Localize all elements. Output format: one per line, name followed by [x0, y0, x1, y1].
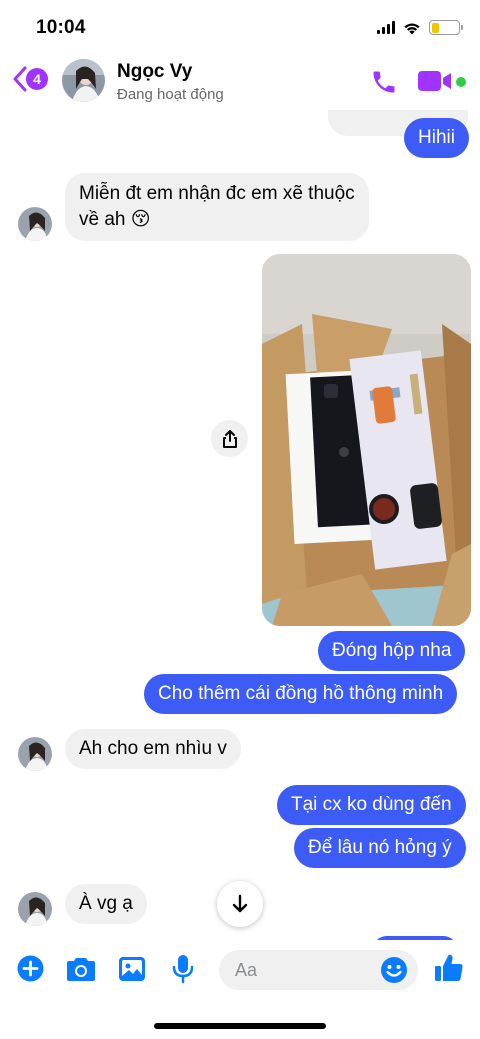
- voice-message-button[interactable]: [172, 954, 194, 989]
- message-bubble-outgoing[interactable]: Đóng hộp nha: [318, 631, 466, 671]
- contact-avatar[interactable]: [62, 59, 105, 102]
- share-button[interactable]: [211, 420, 248, 457]
- online-status-dot: [456, 77, 466, 87]
- back-button[interactable]: 4: [12, 66, 48, 92]
- photo-image: [262, 254, 471, 626]
- video-camera-icon: [418, 71, 451, 91]
- camera-icon: [67, 958, 95, 981]
- contact-name[interactable]: Ngọc Vy: [117, 61, 192, 83]
- contact-avatar-small[interactable]: [18, 892, 52, 926]
- message-bubble-outgoing[interactable]: Hihii: [404, 118, 469, 158]
- camera-button[interactable]: [66, 956, 96, 987]
- voice-call-button[interactable]: [370, 68, 398, 101]
- gallery-icon: [119, 957, 145, 981]
- share-icon: [222, 429, 237, 448]
- message-bubble-incoming[interactable]: À vg ạ: [65, 884, 147, 924]
- thumbs-up-button[interactable]: [434, 953, 464, 988]
- more-actions-button[interactable]: [17, 955, 44, 987]
- thumbs-up-icon: [435, 954, 463, 981]
- arrow-down-icon: [232, 894, 248, 913]
- battery-level: [431, 22, 440, 33]
- phone-icon: [373, 71, 395, 93]
- status-bar: 10:04: [0, 0, 480, 52]
- cellular-signal-icon: [377, 21, 395, 34]
- wifi-icon: [404, 23, 420, 34]
- microphone-icon: [172, 955, 194, 984]
- status-icons: [377, 20, 463, 35]
- plus-icon: [17, 955, 44, 982]
- gallery-button[interactable]: [118, 956, 146, 987]
- message-list[interactable]: Hihii Miễn đt em nhận đc em xẽ thuộc về …: [0, 110, 480, 940]
- message-bubble-outgoing[interactable]: Để lâu nó hỏng ý: [294, 828, 466, 868]
- contact-avatar-small[interactable]: [18, 207, 52, 241]
- message-bubble-outgoing[interactable]: Tại cx ko dùng đến: [277, 785, 466, 825]
- unread-count-badge: 4: [26, 68, 48, 90]
- battery-icon: [429, 20, 463, 35]
- photo-message[interactable]: [262, 254, 471, 626]
- contact-activity-status: Đang hoạt động: [117, 86, 224, 103]
- status-time: 10:04: [36, 17, 86, 38]
- home-indicator: [154, 1023, 326, 1029]
- message-line: Miễn đt em nhận đc em xẽ thuộc: [79, 183, 355, 204]
- message-bubble-outgoing[interactable]: Cho thêm cái đồng hồ thông minh: [144, 674, 458, 714]
- contact-avatar-small[interactable]: [18, 737, 52, 771]
- message-composer: [0, 940, 480, 1000]
- conversation-header: 4 Ngọc Vy Đang hoạt động: [0, 52, 480, 110]
- message-bubble-incoming[interactable]: Ah cho em nhìu v: [65, 729, 241, 769]
- video-call-button[interactable]: [418, 70, 452, 97]
- emoji-icon: [381, 957, 407, 983]
- message-line: về ah 😚: [79, 209, 151, 230]
- scroll-to-bottom-button[interactable]: [217, 881, 263, 927]
- emoji-button[interactable]: [380, 956, 408, 989]
- message-bubble-incoming[interactable]: Miễn đt em nhận đc em xẽ thuộc về ah 😚: [65, 173, 369, 241]
